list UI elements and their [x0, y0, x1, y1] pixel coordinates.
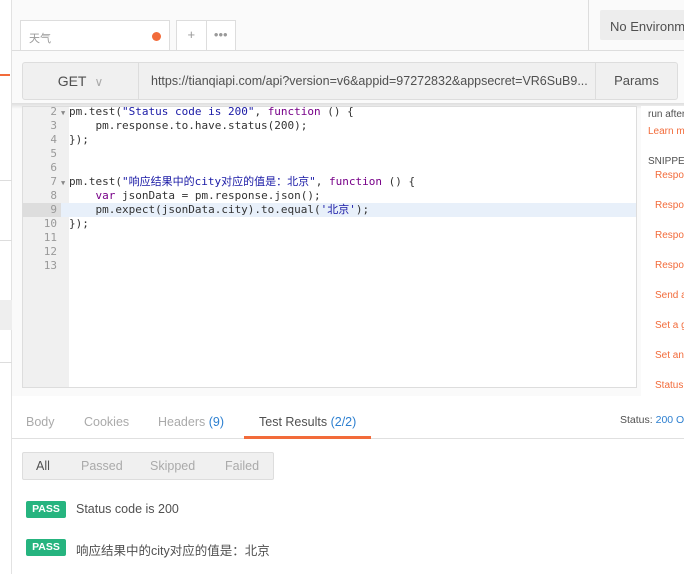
- more-tabs-button[interactable]: •••: [207, 21, 236, 50]
- learn-more-link[interactable]: Learn more: [648, 126, 684, 137]
- snippets-heading: SNIPPETS: [648, 156, 684, 167]
- code-line[interactable]: 2 ▼ pm.test("Status code is 200", function…: [23, 106, 636, 120]
- code-line[interactable]: 7 ▼ pm.test("响应结果中的city对应的值是：北京", function…: [23, 175, 636, 190]
- code-line[interactable]: 3 pm.response.to.have.status(200);: [23, 119, 636, 133]
- snippets-panel: run after Learn more SNIPPETS Response Re…: [641, 106, 684, 396]
- snippet-link[interactable]: Response: [655, 170, 684, 181]
- pass-badge: PASS: [26, 501, 66, 518]
- url-input[interactable]: https://tianqiapi.com/api?version=v6&app…: [139, 63, 595, 99]
- tab-title: 天气: [29, 33, 51, 45]
- line-number: 9: [23, 203, 61, 217]
- pass-badge: PASS: [26, 539, 66, 556]
- params-button[interactable]: Params: [595, 63, 677, 99]
- snippet-link[interactable]: Response: [655, 230, 684, 241]
- chevron-down-icon: ∨: [94, 75, 104, 89]
- response-tabs: Body Cookies Headers (9) Test Results (2/2): [12, 408, 684, 439]
- divider: [588, 0, 589, 50]
- add-tab-button[interactable]: +: [177, 21, 207, 50]
- filter-failed[interactable]: Failed: [225, 459, 259, 473]
- code-text: pm.test("响应结果中的city对应的值是：北京", function (…: [69, 175, 416, 188]
- line-number: 3: [50, 119, 57, 132]
- line-number: 11: [43, 231, 57, 244]
- request-tab[interactable]: 天气: [20, 20, 170, 50]
- line-number: 8: [50, 189, 57, 202]
- code-line[interactable]: 9 pm.expect(jsonData.city).to.equal('北京'…: [23, 203, 636, 217]
- code-text: pm.expect(jsonData.city).to.equal('北京');: [69, 203, 370, 216]
- line-number: 4: [50, 133, 57, 146]
- code-text: var jsonData = pm.response.json();: [95, 189, 321, 202]
- snippet-link[interactable]: Status code: [655, 380, 684, 391]
- sidebar: [0, 0, 12, 574]
- code-line[interactable]: 8 var jsonData = pm.response.json();: [23, 189, 636, 203]
- code-line[interactable]: 10});: [23, 217, 636, 231]
- code-text: });: [69, 217, 89, 230]
- result-filter: All Passed Skipped Failed: [22, 452, 274, 480]
- test-result-name: Status code is 200: [76, 502, 179, 516]
- divider: [12, 50, 684, 51]
- tab-headers[interactable]: Headers (9): [158, 408, 224, 439]
- code-line[interactable]: 4});: [23, 133, 636, 147]
- test-result-name: 响应结果中的city对应的值是：北京: [76, 544, 270, 558]
- line-number: 10: [43, 217, 57, 230]
- code-text: pm.response.to.have.status(200);: [69, 119, 308, 132]
- fold-arrow-icon[interactable]: ▼: [61, 176, 69, 190]
- unsaved-dot-icon: [152, 32, 161, 41]
- snippet-link[interactable]: Send a request: [655, 290, 684, 301]
- line-number: 7: [50, 175, 57, 188]
- code-text: pm.test("Status code is 200", function (…: [69, 106, 354, 118]
- line-number: 6: [50, 161, 57, 174]
- code-text: });: [69, 133, 89, 146]
- method-select[interactable]: GET ∨: [23, 63, 139, 99]
- filter-skipped[interactable]: Skipped: [150, 459, 195, 473]
- snippet-link[interactable]: Response: [655, 260, 684, 271]
- tab-test-results[interactable]: Test Results (2/2): [244, 408, 372, 439]
- snippet-link[interactable]: Response: [655, 200, 684, 211]
- code-line[interactable]: 6: [23, 161, 636, 175]
- fold-arrow-icon[interactable]: ▼: [61, 107, 69, 120]
- snippet-link[interactable]: Set a global: [655, 320, 684, 331]
- environment-select[interactable]: No Environment: [600, 10, 684, 40]
- line-number: 2: [50, 106, 57, 118]
- filter-passed[interactable]: Passed: [81, 459, 123, 473]
- code-line[interactable]: 11: [23, 231, 636, 245]
- active-indicator: [0, 74, 10, 76]
- filter-all[interactable]: All: [36, 459, 50, 473]
- tab-body[interactable]: Body: [26, 408, 55, 439]
- code-line[interactable]: 5: [23, 147, 636, 161]
- tab-actions: + •••: [176, 20, 236, 50]
- line-number: 13: [43, 259, 57, 272]
- response-status: Status: 200 OK: [620, 414, 684, 426]
- tab-cookies[interactable]: Cookies: [84, 408, 129, 439]
- code-line[interactable]: 12: [23, 245, 636, 259]
- code-line[interactable]: 13: [23, 259, 636, 273]
- url-bar: GET ∨ https://tianqiapi.com/api?version=v…: [22, 62, 678, 100]
- line-number: 5: [50, 147, 57, 160]
- snippets-intro: run after: [648, 109, 684, 120]
- snippet-link[interactable]: Set an environment: [655, 350, 684, 361]
- tests-editor[interactable]: 2 ▼ pm.test("Status code is 200", function…: [22, 106, 637, 388]
- line-number: 12: [43, 245, 57, 258]
